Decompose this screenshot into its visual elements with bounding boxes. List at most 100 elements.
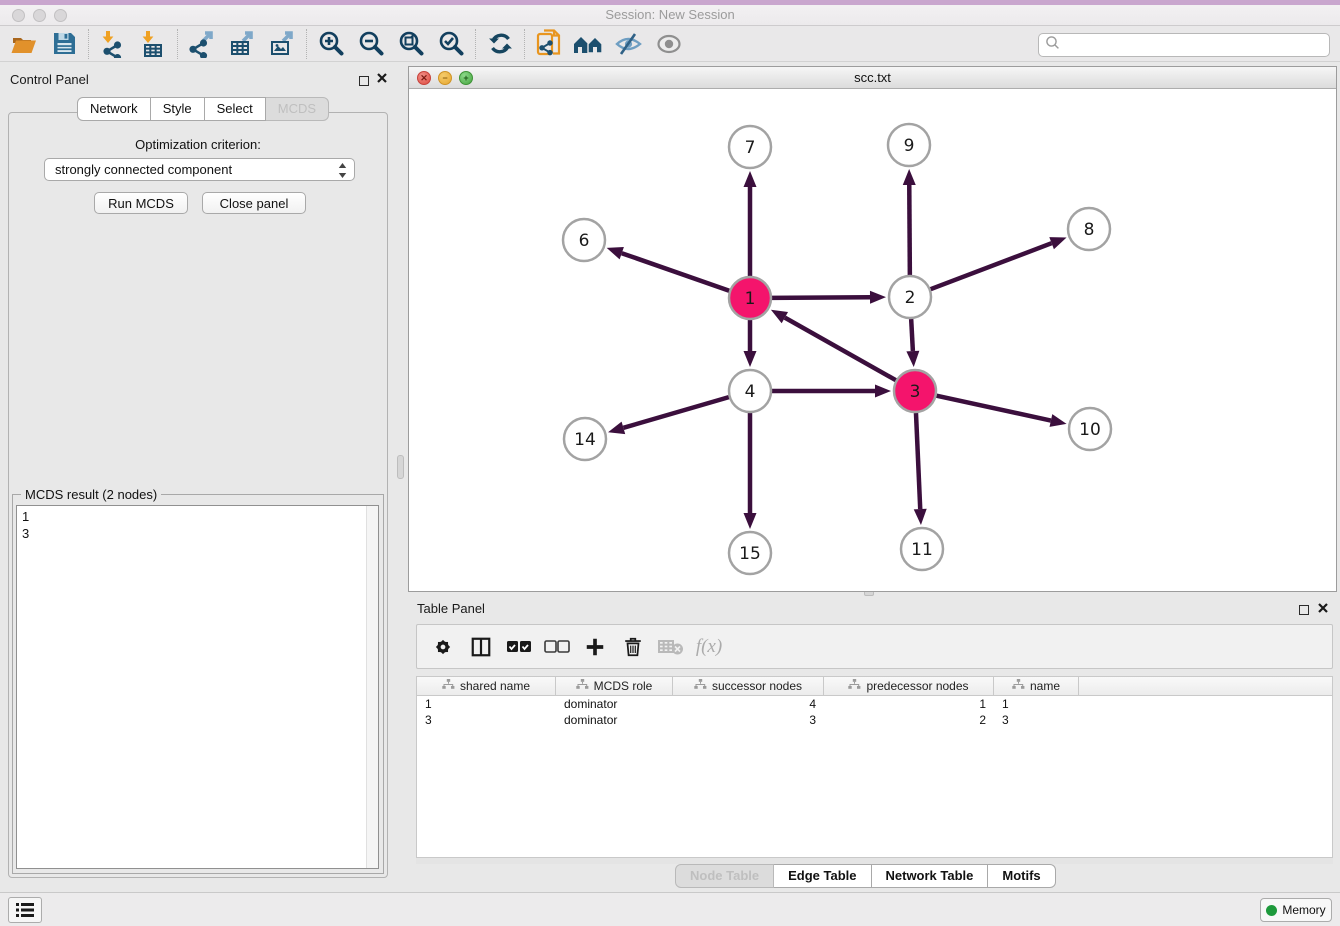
import-table-icon[interactable] [133, 28, 173, 60]
tab-mcds[interactable]: MCDS [266, 97, 329, 121]
tab-network[interactable]: Network [77, 97, 151, 121]
export-network-icon[interactable] [182, 28, 222, 60]
table-cell[interactable]: 1 [994, 696, 1079, 712]
tree-flatten-icon [1012, 679, 1025, 693]
delete-column-icon[interactable] [617, 629, 649, 665]
table-cell[interactable]: 3 [994, 712, 1079, 728]
graph-edge-4-14[interactable] [623, 397, 728, 428]
mcds-result-text[interactable]: 1 3 [16, 505, 379, 869]
tab-edge-table[interactable]: Edge Table [774, 864, 871, 888]
graph-edge-1-6[interactable] [622, 253, 729, 291]
graph-edge-3-10[interactable] [936, 396, 1050, 421]
settings-gear-icon[interactable] [427, 629, 459, 665]
graph-node-10[interactable]: 10 [1069, 408, 1111, 450]
zoom-out-icon[interactable] [351, 28, 391, 60]
table-cell[interactable]: 4 [673, 696, 824, 712]
column-header-successor-nodes[interactable]: successor nodes [673, 677, 824, 695]
zoom-fit-icon[interactable] [391, 28, 431, 60]
mcds-result-scrollbar[interactable] [366, 506, 378, 868]
tree-flatten-icon [442, 679, 455, 693]
export-image-icon[interactable] [262, 28, 302, 60]
graph-node-11[interactable]: 11 [901, 528, 943, 570]
tab-node-table[interactable]: Node Table [675, 864, 774, 888]
table-cell[interactable]: 2 [824, 712, 994, 728]
table-cell[interactable]: 3 [417, 712, 556, 728]
node-table[interactable]: shared nameMCDS rolesuccessor nodesprede… [416, 676, 1333, 858]
close-panel-button[interactable]: Close panel [202, 192, 306, 214]
column-header-shared-name[interactable]: shared name [417, 677, 556, 695]
memory-label: Memory [1282, 903, 1325, 917]
open-session-icon[interactable] [4, 28, 44, 60]
export-table-icon[interactable] [222, 28, 262, 60]
graph-edge-2-3[interactable] [911, 319, 913, 351]
graph-edge-3-11[interactable] [916, 413, 920, 509]
graph-node-1[interactable]: 1 [729, 277, 771, 319]
search-input[interactable] [1061, 35, 1329, 55]
column-layout-icon[interactable] [465, 629, 497, 665]
tab-motifs[interactable]: Motifs [988, 864, 1055, 888]
svg-text:2: 2 [905, 288, 916, 308]
tree-flatten-icon [848, 679, 861, 693]
clone-network-icon[interactable] [529, 28, 569, 60]
column-header-predecessor-nodes[interactable]: predecessor nodes [824, 677, 994, 695]
table-row[interactable]: 3dominator323 [417, 712, 1332, 728]
search-box[interactable] [1038, 33, 1330, 57]
show-all-icon[interactable] [649, 28, 689, 60]
import-network-icon[interactable] [93, 28, 133, 60]
column-header-name[interactable]: name [994, 677, 1079, 695]
graph-edge-3-1[interactable] [785, 318, 896, 381]
zoom-selected-icon[interactable] [431, 28, 471, 60]
graph-node-14[interactable]: 14 [564, 418, 606, 460]
network-window-titlebar[interactable]: ✕ − + scc.txt [409, 67, 1336, 89]
table-panel-title: Table Panel [417, 601, 485, 616]
graph-node-7[interactable]: 7 [729, 126, 771, 168]
first-neighbors-icon[interactable] [569, 28, 609, 60]
refresh-layout-icon[interactable] [480, 28, 520, 60]
graph-edge-arrow-3-11 [914, 509, 927, 525]
graph-node-2[interactable]: 2 [889, 276, 931, 318]
graph-edge-arrow-1-2 [870, 291, 886, 304]
graph-node-4[interactable]: 4 [729, 370, 771, 412]
graph-edge-1-2[interactable] [772, 297, 870, 298]
graph-edge-2-9[interactable] [909, 185, 910, 275]
hide-selected-icon[interactable] [609, 28, 649, 60]
column-header-MCDS-role[interactable]: MCDS role [556, 677, 673, 695]
table-cell[interactable]: 1 [824, 696, 994, 712]
tab-network-table[interactable]: Network Table [872, 864, 989, 888]
svg-text:1: 1 [745, 289, 756, 309]
optimization-criterion-select[interactable]: strongly connected component [44, 158, 355, 181]
graph-edge-2-8[interactable] [931, 243, 1052, 289]
graph-edge-arrow-2-8 [1049, 237, 1066, 249]
svg-text:15: 15 [739, 544, 761, 564]
tab-style[interactable]: Style [151, 97, 205, 121]
run-mcds-button[interactable]: Run MCDS [94, 192, 188, 214]
tab-select[interactable]: Select [205, 97, 266, 121]
table-cell[interactable]: dominator [556, 696, 673, 712]
graph-edge-arrow-4-14 [608, 422, 625, 434]
network-graph-canvas[interactable]: 7 9 6 8 1 2 4 3 14 10 15 11 [409, 89, 1336, 591]
graph-node-9[interactable]: 9 [888, 124, 930, 166]
graph-node-6[interactable]: 6 [563, 219, 605, 261]
mcds-result-title: MCDS result (2 nodes) [21, 487, 161, 502]
task-history-button[interactable] [8, 897, 42, 923]
toolbar-separator [475, 29, 476, 59]
float-panel-icon[interactable] [359, 73, 369, 91]
select-all-rows-icon[interactable] [503, 629, 535, 665]
save-session-icon[interactable] [44, 28, 84, 60]
table-cell[interactable]: dominator [556, 712, 673, 728]
graph-node-8[interactable]: 8 [1068, 208, 1110, 250]
memory-button[interactable]: Memory [1260, 898, 1332, 922]
deselect-all-rows-icon[interactable] [541, 629, 573, 665]
table-cell[interactable]: 3 [673, 712, 824, 728]
float-table-panel-icon[interactable] [1299, 602, 1309, 620]
zoom-in-icon[interactable] [311, 28, 351, 60]
graph-node-15[interactable]: 15 [729, 532, 771, 574]
close-table-panel-icon[interactable] [1317, 601, 1329, 619]
close-panel-icon[interactable] [376, 71, 388, 89]
table-cell[interactable]: 1 [417, 696, 556, 712]
graph-node-3[interactable]: 3 [894, 370, 936, 412]
vertical-splitter-handle[interactable] [397, 455, 404, 479]
svg-text:8: 8 [1084, 220, 1095, 240]
table-row[interactable]: 1dominator411 [417, 696, 1332, 712]
add-column-icon[interactable] [579, 629, 611, 665]
